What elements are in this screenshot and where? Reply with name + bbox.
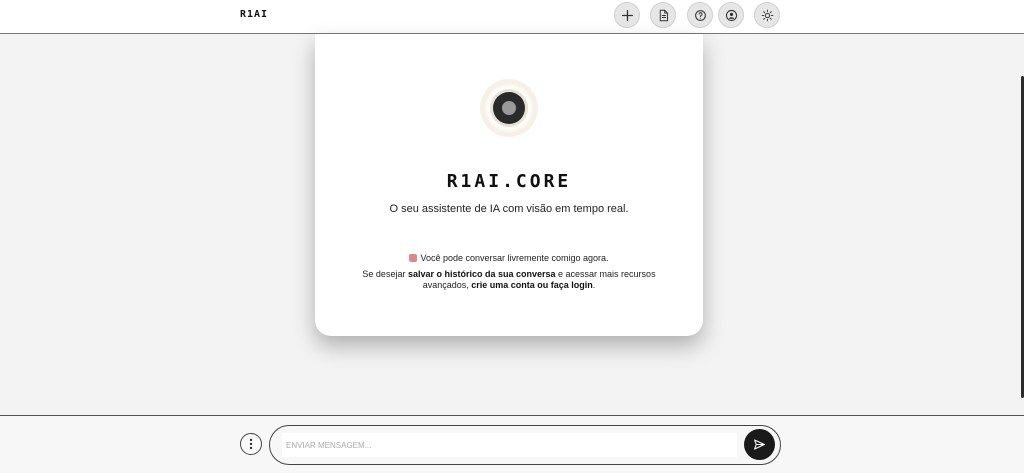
create-account-login-link[interactable]: crie uma conta ou faça login xyxy=(471,280,593,290)
message-composer xyxy=(269,425,781,465)
sun-icon xyxy=(761,9,773,21)
account-button[interactable] xyxy=(718,2,744,28)
app-brand: R1AI xyxy=(240,9,269,20)
document-icon xyxy=(659,9,668,21)
theme-toggle-button[interactable] xyxy=(754,2,780,28)
info-line-text: Você pode conversar livremente comigo ag… xyxy=(420,253,609,263)
login-message: Se desejar salvar o histórico da sua con… xyxy=(345,269,673,291)
orb-core xyxy=(502,101,516,115)
vertical-dots-icon xyxy=(249,438,253,450)
send-button[interactable] xyxy=(744,429,775,460)
assistant-orb-icon xyxy=(480,79,538,137)
help-button[interactable] xyxy=(687,2,713,28)
new-chat-button[interactable] xyxy=(614,2,640,28)
welcome-title: R1AI.CORE xyxy=(446,171,572,192)
user-icon xyxy=(725,9,737,21)
composer-bar xyxy=(0,415,1024,473)
help-icon xyxy=(694,9,706,21)
message-input[interactable] xyxy=(282,433,737,457)
send-icon xyxy=(754,439,765,450)
login-suffix: . xyxy=(592,280,596,290)
welcome-subtitle: O seu assistente de IA com visão em temp… xyxy=(389,203,629,215)
top-bar: R1AI xyxy=(0,0,1024,34)
more-options-button[interactable] xyxy=(240,433,262,455)
welcome-card-wrapper: R1AI.CORE O seu assistente de IA com vis… xyxy=(315,34,703,336)
login-prefix: Se desejar xyxy=(362,269,408,279)
documents-button[interactable] xyxy=(650,2,676,28)
orb-ring xyxy=(493,92,525,124)
info-line: Você pode conversar livremente comigo ag… xyxy=(345,253,673,264)
welcome-card: R1AI.CORE O seu assistente de IA com vis… xyxy=(315,34,703,336)
plus-icon xyxy=(621,9,633,21)
save-history-link[interactable]: salvar o histórico da sua conversa xyxy=(408,269,556,279)
sparkle-emoji-icon xyxy=(409,254,418,262)
